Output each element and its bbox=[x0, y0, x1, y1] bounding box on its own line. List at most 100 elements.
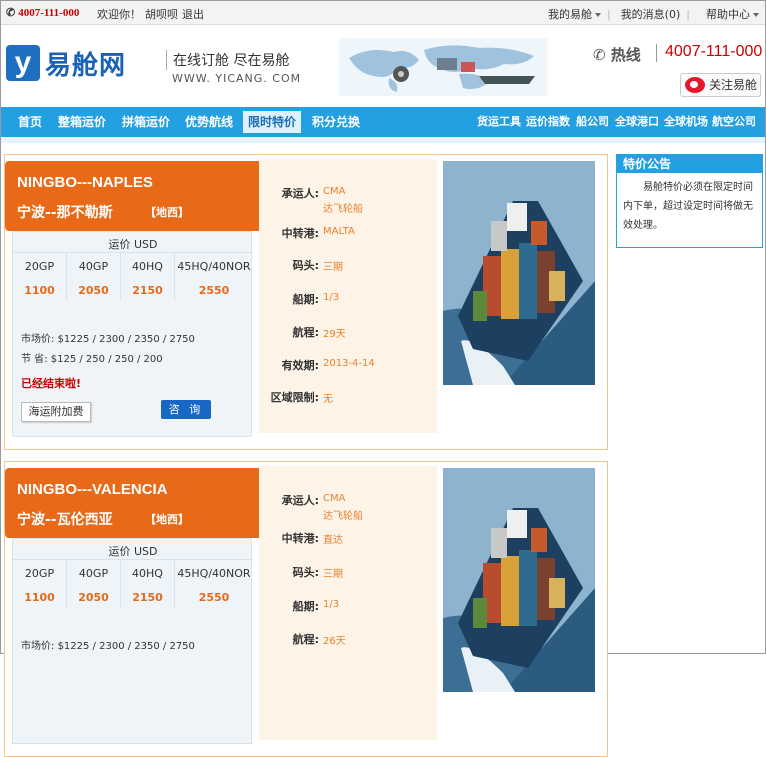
voyage-value: 29天 bbox=[323, 329, 346, 340]
notice-body: 易舱特价必须在限定时间内下单，超过设定时间将做无效处理。 bbox=[623, 182, 753, 231]
chevron-down-icon bbox=[753, 13, 759, 17]
slogan-url: WWW. YICANG. COM bbox=[172, 72, 302, 85]
nav-freight-tools[interactable]: 货运工具 bbox=[477, 107, 521, 137]
top-right-menu: 我的易舱 | 我的消息(0) | 帮助中心 bbox=[536, 6, 759, 22]
price-col: 40HQ 2150 bbox=[121, 253, 175, 301]
nav-points-exchange[interactable]: 积分兑换 bbox=[312, 107, 360, 137]
hotline-text: 热线 bbox=[610, 46, 641, 64]
phone-icon: ✆ bbox=[6, 7, 16, 19]
nav-advantage-routes[interactable]: 优势航线 bbox=[185, 107, 233, 137]
price-box: 运价 USD 20GP 1100 40GP 2050 40HQ 2150 45HQ/4… bbox=[12, 538, 253, 744]
terminal-value: 三期 bbox=[323, 569, 343, 580]
route-title: NINGBO---VALENCIA bbox=[17, 481, 168, 498]
transit-label: 中转港: bbox=[281, 227, 319, 240]
carrier-label: 承运人: bbox=[281, 494, 319, 507]
chevron-down-icon bbox=[594, 13, 601, 17]
container-type: 40GP bbox=[78, 260, 109, 273]
nav-fcl-rates[interactable]: 整箱运价 bbox=[58, 107, 106, 137]
region-tag: 【地西】 bbox=[145, 206, 189, 219]
nav-carriers[interactable]: 船公司 bbox=[576, 107, 609, 137]
my-messages-link[interactable]: 我的消息(0) bbox=[621, 8, 681, 21]
schedule-value: 1/3 bbox=[323, 599, 340, 610]
hotline-number: 4007-111-000 bbox=[665, 43, 763, 60]
help-menu[interactable]: 帮助中心 bbox=[700, 8, 759, 21]
voyage-value: 26天 bbox=[323, 636, 346, 647]
phone-icon: ✆ bbox=[593, 46, 611, 64]
price-col: 40HQ 2150 bbox=[121, 560, 175, 608]
market-price-label: 市场价: bbox=[21, 641, 55, 652]
container-type: 40HQ bbox=[132, 260, 163, 273]
area-label: 区域限制: bbox=[270, 391, 319, 404]
hotline-label: ✆ 热线 bbox=[593, 44, 641, 65]
logout-link[interactable]: 退出 bbox=[182, 8, 204, 21]
route-banner[interactable]: NINGBO---NAPLES 宁波--那不勒斯 【地西】 bbox=[5, 161, 287, 231]
route-title: NINGBO---NAPLES bbox=[17, 174, 153, 191]
nav-home[interactable]: 首页 bbox=[18, 107, 42, 137]
top-bar: ✆ 4007-111-000 欢迎你！ 胡呗呗 退出 我的易舱 | 我的消息(0) | 帮助中… bbox=[1, 1, 765, 25]
terminal-label: 码头: bbox=[292, 259, 319, 272]
savings-value: $125 / 250 / 250 / 200 bbox=[50, 354, 163, 365]
divider: | bbox=[606, 8, 611, 21]
transit-value: 直达 bbox=[323, 535, 343, 546]
slogan: 在线订舱 尽在易舱 bbox=[166, 50, 289, 70]
ship-image bbox=[443, 161, 595, 385]
price-value: 2050 bbox=[78, 591, 109, 604]
valid-label: 有效期: bbox=[281, 359, 319, 372]
nav-global-ports[interactable]: 全球港口 bbox=[615, 107, 659, 137]
market-price-value: $1225 / 2300 / 2350 / 2750 bbox=[57, 334, 195, 345]
logo-text[interactable]: 易舱网 bbox=[45, 45, 126, 82]
status-ended: 已经结束啦! bbox=[21, 377, 82, 390]
price-value: 1100 bbox=[24, 591, 55, 604]
price-col: 20GP 1100 bbox=[13, 560, 67, 608]
nav-lcl-rates[interactable]: 拼箱运价 bbox=[122, 107, 170, 137]
top-phone-number: 4007-111-000 bbox=[18, 7, 80, 19]
my-yicang-menu[interactable]: 我的易舱 bbox=[542, 8, 601, 21]
schedule-value: 1/3 bbox=[323, 292, 340, 303]
offer-card: NINGBO---NAPLES 宁波--那不勒斯 【地西】 运价 USD 20G… bbox=[4, 154, 608, 450]
help-label: 帮助中心 bbox=[706, 8, 750, 21]
nav-underbar bbox=[1, 137, 765, 143]
price-unit: 运价 USD bbox=[108, 238, 158, 251]
price-col: 45HQ/40NOR 2550 bbox=[175, 560, 253, 608]
savings-label: 节 省: bbox=[21, 354, 48, 365]
nav-global-airports[interactable]: 全球机场 bbox=[664, 107, 708, 137]
area-value: 无 bbox=[323, 394, 333, 405]
price-grid: 20GP 1100 40GP 2050 40HQ 2150 45HQ/40NOR 255… bbox=[13, 252, 253, 301]
route-banner[interactable]: NINGBO---VALENCIA 宁波--瓦伦西亚 【地西】 bbox=[5, 468, 287, 538]
logo-icon[interactable]: y bbox=[6, 45, 40, 81]
nav-limited-offers[interactable]: 限时特价 bbox=[243, 111, 302, 133]
transit-value: MALTA bbox=[323, 226, 355, 237]
nav-rate-index[interactable]: 运价指数 bbox=[526, 107, 570, 137]
valid-value: 2013-4-14 bbox=[323, 358, 375, 369]
offer-card: NINGBO---VALENCIA 宁波--瓦伦西亚 【地西】 运价 USD 2… bbox=[4, 461, 608, 757]
welcome-text: 欢迎你！ bbox=[97, 8, 141, 21]
container-type: 45HQ/40NOR bbox=[177, 260, 251, 273]
nav-airlines[interactable]: 航空公司 bbox=[712, 107, 756, 137]
terminal-label: 码头: bbox=[292, 566, 319, 579]
schedule-label: 船期: bbox=[292, 293, 319, 306]
price-value: 2550 bbox=[198, 591, 230, 604]
my-yicang-label: 我的易舱 bbox=[547, 8, 592, 21]
price-col: 40GP 2050 bbox=[67, 560, 121, 608]
notice-title: 特价公告 bbox=[617, 155, 762, 173]
world-map-banner-image bbox=[339, 38, 547, 96]
price-value: 2150 bbox=[132, 591, 163, 604]
terminal-value: 三期 bbox=[323, 262, 343, 273]
divider bbox=[656, 44, 657, 62]
region-tag: 【地西】 bbox=[145, 513, 189, 526]
market-price-value: $1225 / 2300 / 2350 / 2750 bbox=[57, 641, 195, 652]
transit-label: 中转港: bbox=[281, 532, 319, 545]
special-notice-panel: 特价公告 易舱特价必须在限定时间内下单，超过设定时间将做无效处理。 bbox=[616, 154, 763, 248]
market-price-label: 市场价: bbox=[21, 334, 55, 345]
route-title-cn: 宁波--那不勒斯 bbox=[17, 205, 113, 221]
price-value: 1100 bbox=[24, 284, 55, 297]
schedule-label: 船期: bbox=[292, 600, 319, 613]
follow-weibo-button[interactable]: 关注易舱 bbox=[680, 73, 761, 97]
market-price: 市场价: $1225 / 2300 / 2350 / 2750 bbox=[21, 637, 195, 652]
main-nav: 首页 整箱运价 拼箱运价 优势航线 限时特价 积分兑换 货运工具 运价指数 船公… bbox=[1, 107, 765, 137]
inquiry-button[interactable]: 咨 询 bbox=[161, 400, 211, 419]
user-link[interactable]: 胡呗呗 bbox=[145, 8, 178, 21]
surcharge-button[interactable]: 海运附加费 bbox=[21, 402, 91, 422]
route-title-cn: 宁波--瓦伦西亚 bbox=[17, 512, 113, 528]
voyage-label: 航程: bbox=[292, 633, 319, 646]
